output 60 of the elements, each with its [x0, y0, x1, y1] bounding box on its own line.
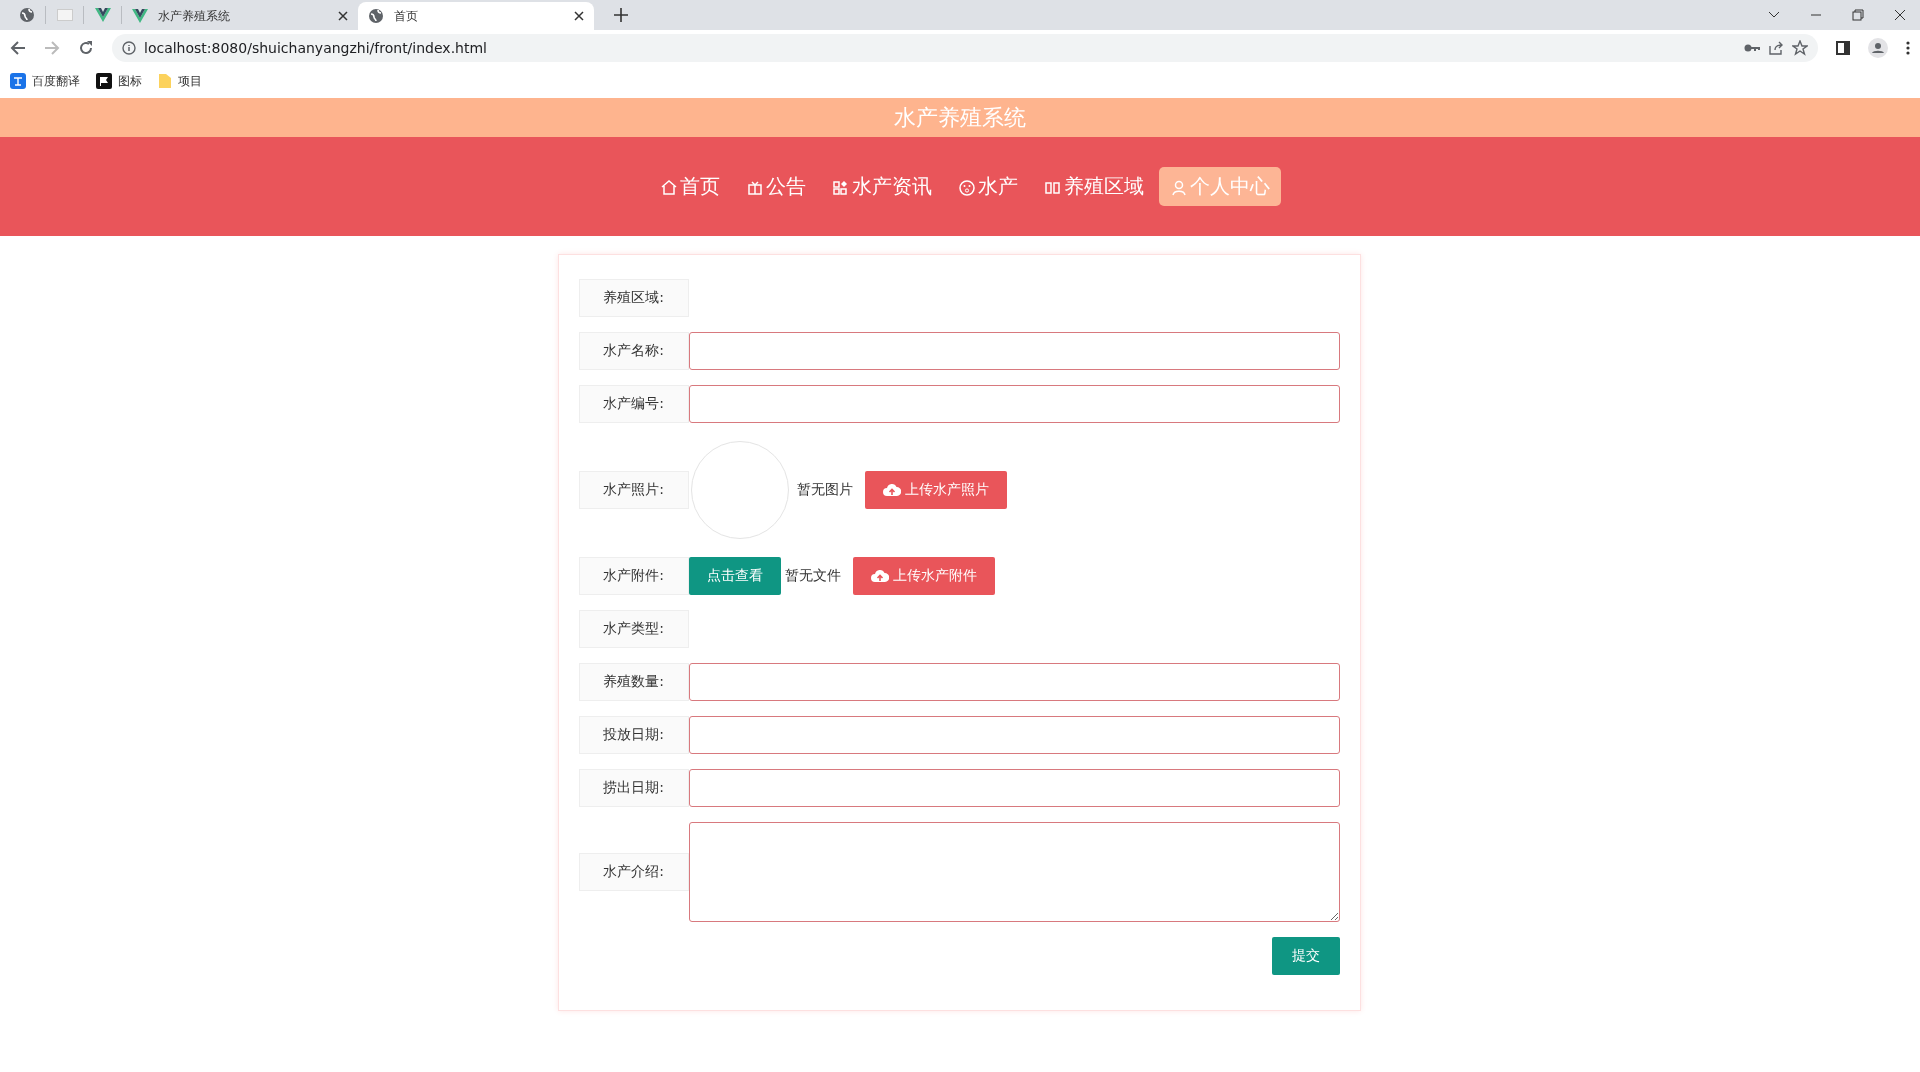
side-panel-icon[interactable] [1836, 41, 1850, 55]
profile-icon[interactable] [1868, 38, 1888, 58]
field-label: 水产照片: [578, 471, 689, 509]
browser-tab[interactable]: 首页 [358, 2, 594, 30]
nav-link[interactable]: 水产 [947, 167, 1029, 206]
close-icon[interactable] [1894, 9, 1906, 21]
nav-link[interactable]: 首页 [649, 167, 731, 206]
info-icon [122, 41, 136, 55]
input-field[interactable] [688, 769, 1340, 807]
input-field[interactable] [688, 663, 1340, 701]
v-logo-icon [94, 8, 111, 22]
menu-icon[interactable] [1906, 40, 1910, 56]
close-tab-icon[interactable] [338, 11, 348, 21]
face-icon [958, 177, 976, 196]
status-text: 暂无图片 [796, 481, 853, 499]
nav-link[interactable]: 水产资讯 [821, 167, 943, 206]
field-label: 捞出日期: [578, 769, 689, 807]
cloud-upload-icon [882, 483, 901, 497]
field-label: 水产编号: [578, 385, 689, 423]
input-field[interactable] [688, 332, 1340, 370]
upload-button[interactable]: 上传水产附件 [852, 557, 995, 595]
nav-link[interactable]: 公告 [735, 167, 817, 206]
upload-button[interactable]: 上传水产照片 [864, 471, 1007, 509]
field-label: 水产介绍: [578, 853, 689, 891]
share-icon[interactable] [1768, 40, 1784, 56]
reload-icon[interactable] [78, 40, 94, 56]
globe-icon [18, 7, 35, 23]
input-field[interactable] [688, 716, 1340, 754]
bookmark[interactable]: 图标 [96, 72, 142, 90]
field-label: 水产名称: [578, 332, 689, 370]
translate-icon [10, 73, 26, 89]
submit-button[interactable]: 提交 [1271, 937, 1340, 975]
field-label: 养殖数量: [578, 663, 689, 701]
status-text: 暂无文件 [784, 567, 841, 585]
globe-icon [368, 8, 384, 24]
restore-icon[interactable] [1852, 9, 1864, 21]
nav-link[interactable]: 养殖区域 [1033, 167, 1155, 206]
close-tab-icon[interactable] [574, 11, 584, 21]
url-text: localhost:8080/shuichanyangzhi/front/index.html [144, 40, 487, 56]
flag-icon [96, 73, 112, 89]
house-icon [660, 177, 678, 196]
field-label: 养殖区域: [578, 279, 689, 317]
blank-page-icon [56, 9, 73, 21]
field-label: 投放日期: [578, 716, 689, 754]
input-field[interactable] [688, 385, 1340, 423]
key-icon[interactable] [1744, 42, 1760, 54]
folder-icon [158, 73, 172, 89]
v-logo-icon [132, 9, 148, 23]
view-button[interactable]: 点击查看 [688, 557, 781, 595]
field-label: 水产附件: [578, 557, 689, 595]
address-bar[interactable]: localhost:8080/shuichanyangzhi/front/index.html [112, 34, 1818, 62]
bookmark[interactable]: 项目 [158, 72, 202, 90]
field-label: 水产类型: [578, 610, 689, 648]
cloud-upload-icon [870, 569, 889, 583]
site-title: 水产养殖系统 [0, 98, 1920, 137]
browser-tab[interactable]: 水产养殖系统 [122, 2, 358, 30]
text-area[interactable] [688, 822, 1340, 922]
back-icon[interactable] [10, 40, 26, 56]
star-icon[interactable] [1792, 40, 1808, 56]
bookmark[interactable]: 百度翻译 [10, 72, 80, 90]
